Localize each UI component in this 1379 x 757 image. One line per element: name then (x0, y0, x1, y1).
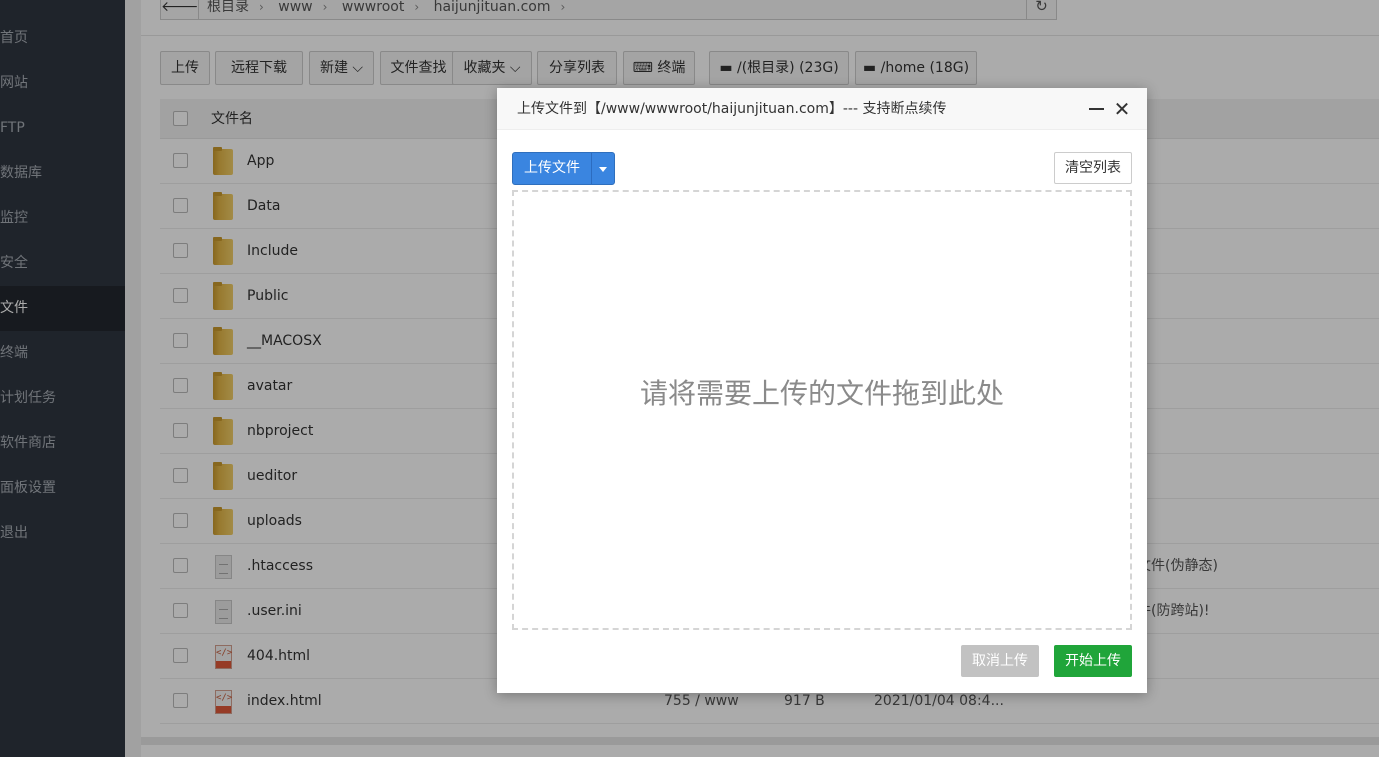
start-upload-button[interactable]: 开始上传 (1054, 645, 1132, 677)
drop-zone[interactable]: 请将需要上传的文件拖到此处 (512, 190, 1132, 630)
upload-file-button[interactable]: 上传文件 (512, 152, 615, 185)
drop-hint: 请将需要上传的文件拖到此处 (639, 377, 1004, 410)
cancel-upload-button[interactable]: 取消上传 (961, 645, 1039, 677)
dialog-title: 上传文件到【/www/wwwroot/haijunjituan.com】--- … (517, 101, 947, 117)
clear-list-button[interactable]: 清空列表 (1054, 152, 1132, 184)
caret-down-icon[interactable] (592, 153, 615, 184)
dialog-header: 上传文件到【/www/wwwroot/haijunjituan.com】--- … (497, 88, 1147, 130)
close-icon[interactable]: ✕ (1112, 97, 1132, 121)
minimize-icon[interactable] (1089, 108, 1104, 110)
upload-dialog: 上传文件到【/www/wwwroot/haijunjituan.com】--- … (497, 88, 1147, 693)
upload-file-label[interactable]: 上传文件 (513, 153, 591, 184)
